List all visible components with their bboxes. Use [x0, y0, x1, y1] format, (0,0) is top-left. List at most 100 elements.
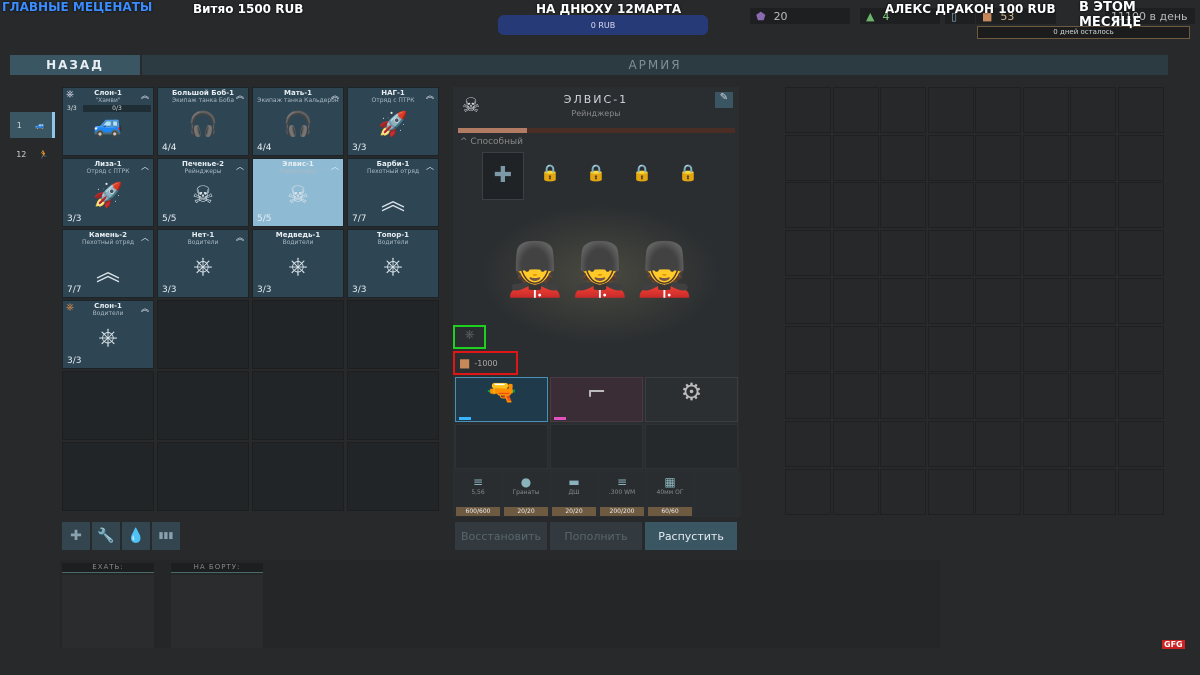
inventory-slot[interactable] — [880, 468, 926, 515]
tab-vehicles[interactable]: 1 🚙 — [10, 112, 55, 138]
inventory-slot[interactable] — [927, 468, 974, 515]
inventory-slot[interactable] — [1070, 277, 1116, 324]
inventory-slot[interactable] — [880, 182, 926, 229]
inventory-slot[interactable] — [975, 182, 1021, 229]
inventory-slot[interactable] — [785, 182, 831, 229]
inventory-slot[interactable] — [927, 87, 974, 133]
unit-card[interactable]: Большой Боб-1 Экипаж танка Боба 🎧 4/4 ︽ — [157, 87, 249, 156]
ammo-slot[interactable]: ▬ ДШ 20/20 — [551, 472, 597, 516]
inventory-slot[interactable] — [927, 420, 974, 467]
unit-card[interactable]: НАГ-1 Отряд с ПТРК 🚀 3/3 ︽ — [347, 87, 439, 156]
weapon-slot-empty[interactable] — [645, 424, 738, 469]
unit-card[interactable]: Мать-1 Экипаж танка Кальдерон 🎧 4/4 ︽ — [252, 87, 344, 156]
inventory-slot[interactable] — [975, 420, 1021, 467]
inventory-slot[interactable] — [1070, 373, 1116, 420]
empty-unit-slot[interactable] — [157, 442, 249, 511]
inventory-slot[interactable] — [880, 230, 926, 277]
inventory-slot[interactable] — [832, 134, 879, 181]
weapon-slot-launcher[interactable]: ⚙ — [645, 377, 738, 422]
unit-card[interactable]: Элвис-1 Рейнджеры ☠ 5/5 ︿ — [252, 158, 344, 227]
inventory-slot[interactable] — [927, 182, 974, 229]
inventory-slot[interactable] — [785, 373, 831, 420]
empty-unit-slot[interactable] — [252, 371, 344, 440]
back-button[interactable]: НАЗАД — [10, 55, 140, 75]
inventory-slot[interactable] — [785, 325, 831, 372]
inventory-slot[interactable] — [1070, 420, 1116, 467]
inventory-slot[interactable] — [1117, 182, 1164, 229]
inventory-slot[interactable] — [1022, 134, 1069, 181]
inventory-slot[interactable] — [975, 87, 1021, 133]
medkit-icon[interactable]: ✚ — [62, 522, 90, 550]
inventory-slot[interactable] — [1070, 230, 1116, 277]
inventory-slot[interactable] — [1070, 182, 1116, 229]
inventory-slot[interactable] — [1117, 325, 1164, 372]
inventory-slot[interactable] — [785, 134, 831, 181]
inventory-slot[interactable] — [975, 134, 1021, 181]
unit-card[interactable]: Барби-1 Пехотный отряд ︽ 7/7 ︿ — [347, 158, 439, 227]
unit-card[interactable]: Лиза-1 Отряд с ПТРК 🚀 3/3 ︿ — [62, 158, 154, 227]
inventory-slot[interactable] — [927, 373, 974, 420]
ammo-slot[interactable]: ● Гранаты 20/20 — [503, 472, 549, 516]
add-ability-plus-icon[interactable]: ✚ — [482, 152, 524, 200]
inventory-slot[interactable] — [1022, 373, 1069, 420]
inventory-slot[interactable] — [975, 277, 1021, 324]
inventory-slot[interactable] — [1070, 87, 1116, 133]
empty-unit-slot[interactable] — [347, 300, 439, 369]
inventory-slot[interactable] — [832, 468, 879, 515]
inventory-slot[interactable] — [1117, 277, 1164, 324]
ammo-slot[interactable]: ≡ .300 WM 200/200 — [599, 472, 645, 516]
empty-unit-slot[interactable] — [252, 300, 344, 369]
inventory-slot[interactable] — [832, 373, 879, 420]
empty-unit-slot[interactable] — [157, 371, 249, 440]
inventory-slot[interactable] — [1022, 87, 1069, 133]
inventory-slot[interactable] — [785, 87, 831, 133]
ammo-slot-empty[interactable] — [695, 472, 741, 516]
weapon-slot-empty[interactable] — [550, 424, 643, 469]
inventory-slot[interactable] — [975, 325, 1021, 372]
unit-card[interactable]: Нет-1 Водители ⎈ 3/3 ︽ — [157, 229, 249, 298]
inventory-slot[interactable] — [880, 134, 926, 181]
inventory-slot[interactable] — [1022, 468, 1069, 515]
inventory-slot[interactable] — [880, 420, 926, 467]
inventory-slot[interactable] — [1117, 420, 1164, 467]
unit-card[interactable]: Топор-1 Водители ⎈ 3/3 — [347, 229, 439, 298]
weapon-slot-rifle[interactable]: 🔫 — [455, 377, 548, 422]
edit-name-pencil-icon[interactable]: ✎ — [715, 92, 733, 108]
empty-unit-slot[interactable] — [252, 442, 344, 511]
inventory-slot[interactable] — [785, 468, 831, 515]
inventory-slot[interactable] — [785, 420, 831, 467]
empty-unit-slot[interactable] — [62, 371, 154, 440]
unit-card[interactable]: Медведь-1 Водители ⎈ 3/3 — [252, 229, 344, 298]
ammo-slot[interactable]: ▦ 40мм ОГ 60/60 — [647, 472, 693, 516]
trait-label[interactable]: ^ Способный — [460, 137, 523, 147]
refill-button[interactable]: Пополнить — [550, 522, 642, 550]
unit-card[interactable]: Печенье-2 Рейнджеры ☠ 5/5 ︿ — [157, 158, 249, 227]
restore-button[interactable]: Восстановить — [455, 522, 547, 550]
unit-card[interactable]: Слон-1 "Хамви" 🚙 3/3 ︽ 0/3 ⎈ — [62, 87, 154, 156]
empty-unit-slot[interactable] — [347, 371, 439, 440]
tab-infantry[interactable]: 12 🏃 — [10, 142, 55, 166]
unit-card[interactable]: Слон-1 Водители ⎈ 3/3 ︽ ⎈ — [62, 300, 154, 369]
inventory-slot[interactable] — [880, 373, 926, 420]
inventory-slot[interactable] — [975, 230, 1021, 277]
inventory-slot[interactable] — [832, 87, 879, 133]
inventory-slot[interactable] — [1070, 325, 1116, 372]
inventory-slot[interactable] — [785, 230, 831, 277]
inventory-slot[interactable] — [1022, 182, 1069, 229]
inventory-slot[interactable] — [927, 325, 974, 372]
inventory-slot[interactable] — [1022, 230, 1069, 277]
inventory-slot[interactable] — [927, 134, 974, 181]
inventory-slot[interactable] — [975, 373, 1021, 420]
inventory-slot[interactable] — [832, 230, 879, 277]
inventory-slot[interactable] — [1117, 87, 1164, 133]
inventory-slot[interactable] — [880, 277, 926, 324]
inventory-slot[interactable] — [832, 182, 879, 229]
inventory-slot[interactable] — [1022, 420, 1069, 467]
inventory-slot[interactable] — [1117, 373, 1164, 420]
inventory-slot[interactable] — [1070, 468, 1116, 515]
aboard-slot[interactable] — [171, 575, 263, 648]
inventory-slot[interactable] — [880, 325, 926, 372]
disband-button[interactable]: Распустить — [645, 522, 737, 550]
fuel-drop-icon[interactable]: 💧 — [122, 522, 150, 550]
inventory-slot[interactable] — [880, 87, 926, 133]
